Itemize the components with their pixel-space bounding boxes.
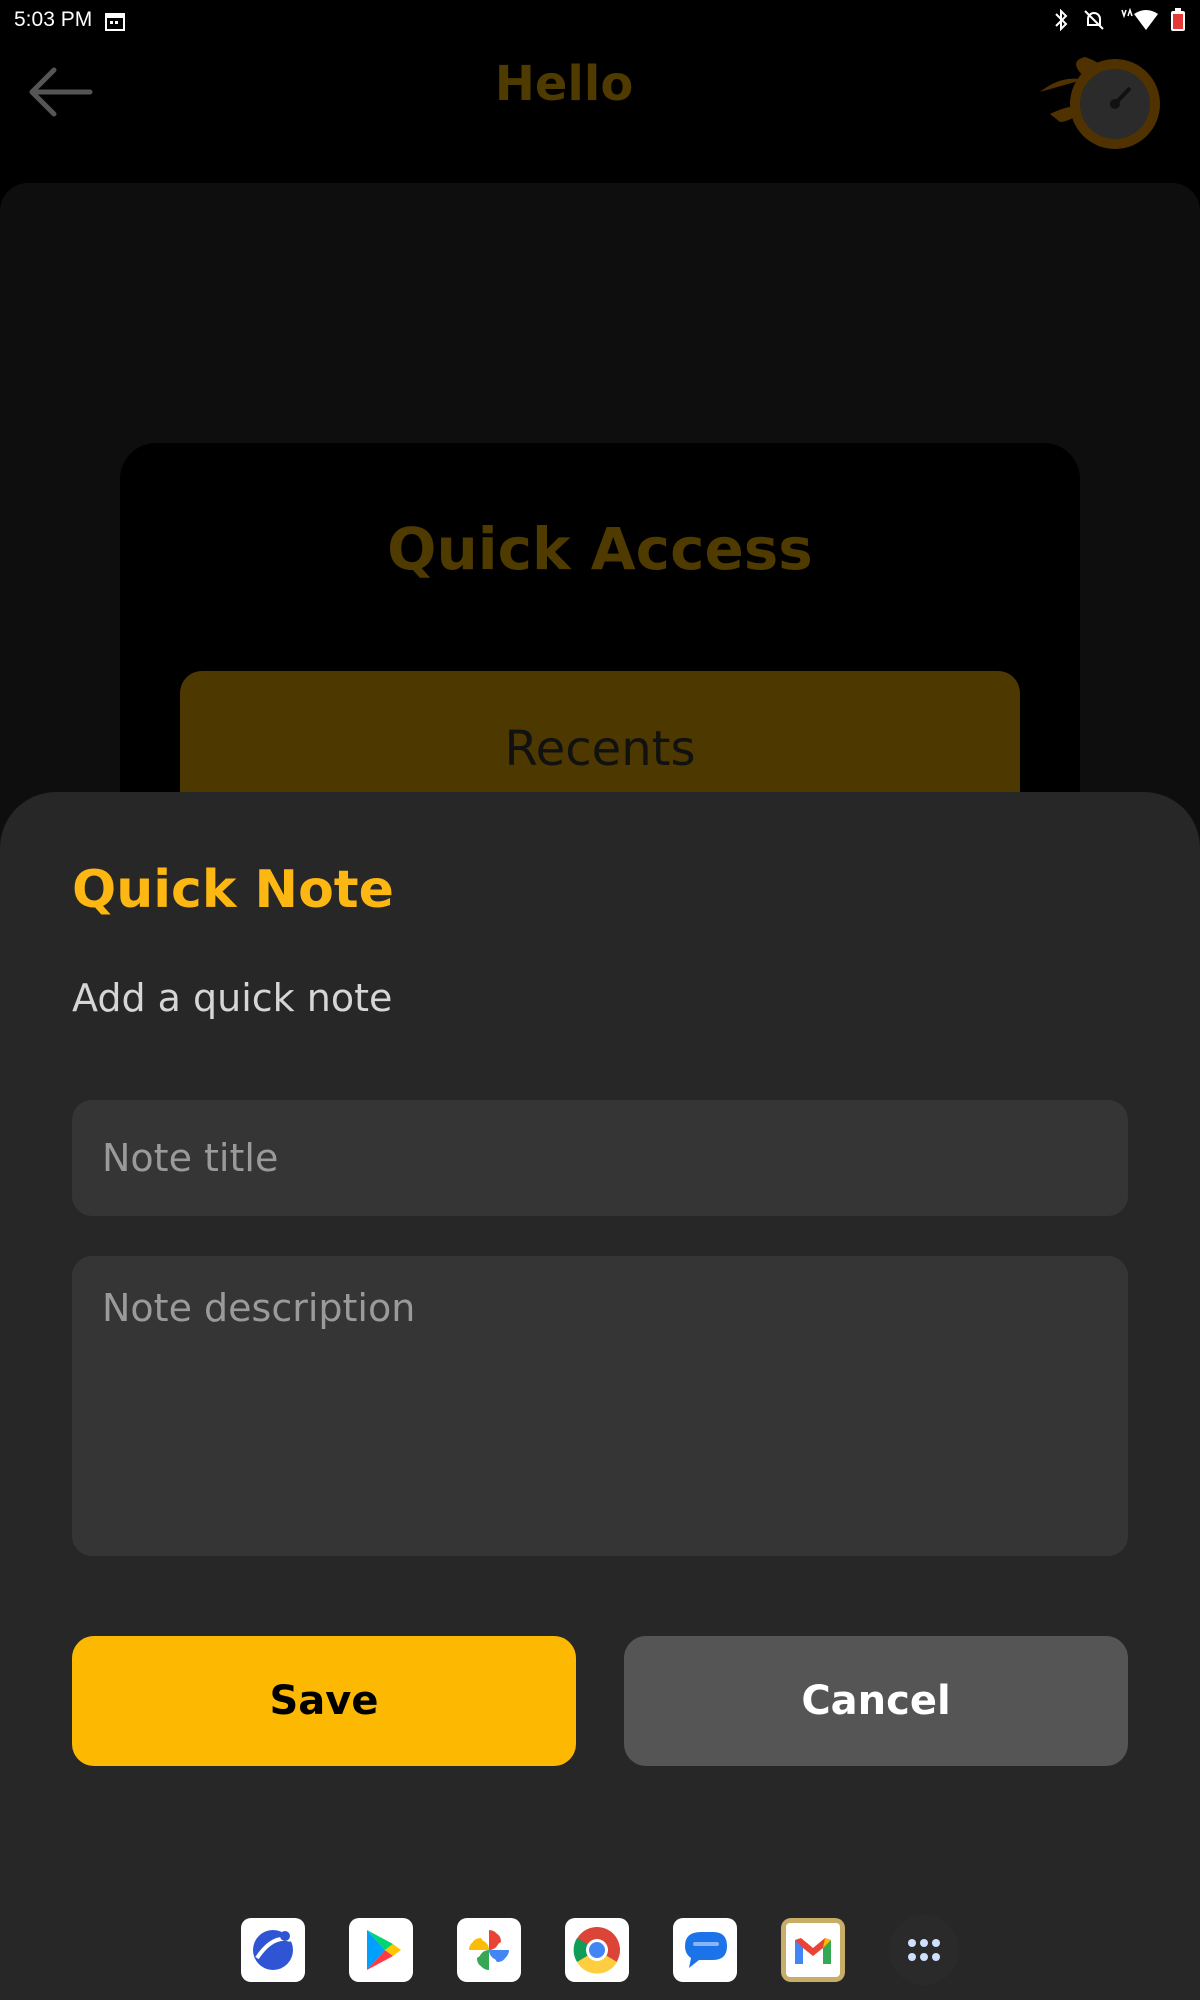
note-title-input[interactable] (72, 1100, 1128, 1216)
quick-note-sheet: Quick Note Add a quick note Save Cancel (0, 792, 1200, 2000)
app-bar: Hello (0, 44, 1200, 184)
page-title: Hello (494, 56, 634, 112)
quick-note-title: Quick Note (72, 860, 394, 920)
play-store-icon[interactable] (349, 1918, 413, 1982)
messages-icon[interactable] (673, 1918, 737, 1982)
status-time: 5:03 PM (14, 8, 93, 31)
gmail-icon[interactable] (781, 1918, 845, 1982)
calendar-icon (104, 10, 126, 36)
app-browser-icon[interactable] (241, 1918, 305, 1982)
photos-icon[interactable] (457, 1918, 521, 1982)
recents-label: Recents (504, 721, 696, 777)
status-icons (1052, 7, 1186, 36)
quick-access-card: Quick Access Recents (120, 443, 1080, 851)
save-button[interactable]: Save (72, 1636, 576, 1766)
status-bar: 5:03 PM (0, 0, 1200, 44)
wifi-icon (1118, 7, 1158, 36)
chrome-icon[interactable] (565, 1918, 629, 1982)
cancel-button[interactable]: Cancel (624, 1636, 1128, 1766)
app-dock (0, 1900, 1200, 2000)
battery-icon (1170, 8, 1186, 36)
quick-access-title: Quick Access (387, 515, 813, 583)
note-description-input[interactable] (72, 1256, 1128, 1556)
bluetooth-icon (1052, 8, 1070, 36)
stopwatch-flame-icon[interactable] (1030, 52, 1170, 152)
gmail-icon-inner (786, 1923, 840, 1977)
notifications-off-icon (1082, 8, 1106, 36)
app-drawer-icon[interactable] (889, 1915, 959, 1985)
quick-note-subtitle: Add a quick note (72, 976, 393, 1020)
